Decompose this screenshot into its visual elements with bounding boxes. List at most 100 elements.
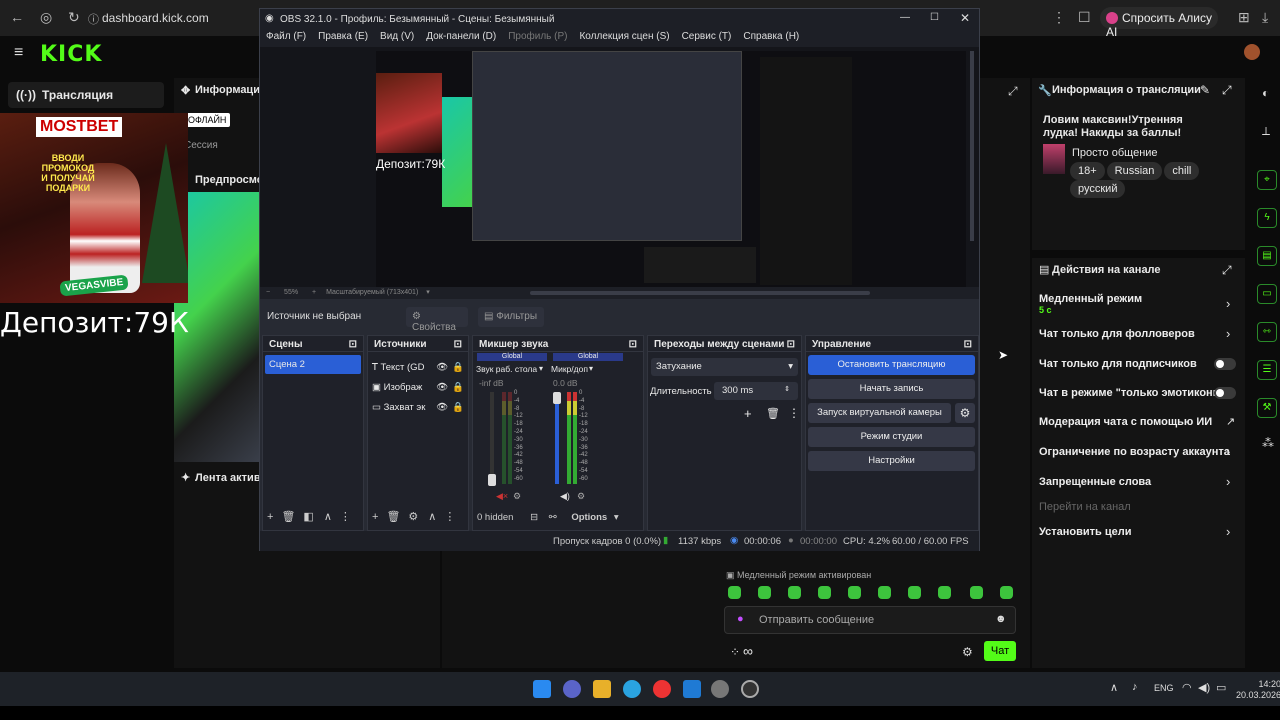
volume-slider-handle[interactable] xyxy=(488,474,496,486)
channel-name[interactable]: Микр/доп xyxy=(551,364,588,374)
camera-rail-icon[interactable]: ⌖ xyxy=(1257,170,1277,190)
emote[interactable] xyxy=(970,586,983,599)
volume-track[interactable] xyxy=(490,392,494,484)
chevron-right-icon[interactable]: › xyxy=(1226,474,1230,489)
add-icon[interactable]: + xyxy=(267,511,273,523)
move-up-icon[interactable]: ∧ xyxy=(324,511,332,523)
speaker-icon[interactable]: ◀) xyxy=(560,491,570,502)
chat-settings-icon[interactable]: ⁘ xyxy=(730,645,740,659)
delete-icon[interactable]: 🗑 xyxy=(281,511,295,523)
alice-button[interactable]: Спросить Алису AI xyxy=(1100,7,1218,39)
tray-chevron-icon[interactable]: ∧ xyxy=(1110,681,1118,694)
emote[interactable] xyxy=(908,586,921,599)
popout-icon[interactable]: ⤢ xyxy=(1222,83,1232,98)
gear-icon[interactable]: ⚙ xyxy=(955,403,975,423)
sidebar-item-stream[interactable]: ((·)) Трансляция xyxy=(8,82,164,108)
menu-edit[interactable]: Правка (E) xyxy=(318,31,368,42)
volume-icon[interactable]: ◀) xyxy=(1198,681,1210,694)
chevron-down-icon[interactable]: ▾ xyxy=(426,289,430,296)
age-restriction-label[interactable]: Ограничение по возрасту аккаунта xyxy=(1039,446,1230,458)
eye-icon[interactable]: 👁 xyxy=(436,398,448,418)
subs-only-toggle[interactable] xyxy=(1214,358,1236,370)
obs-taskbar-icon[interactable] xyxy=(741,680,759,698)
menu-tools[interactable]: Сервис (T) xyxy=(682,31,732,42)
chevron-right-icon[interactable]: › xyxy=(1226,296,1230,311)
language-indicator[interactable]: ENG xyxy=(1154,683,1174,693)
external-link-icon[interactable]: ↗ xyxy=(1226,415,1235,428)
preview-scrollbar[interactable] xyxy=(970,51,974,241)
filters-button[interactable]: ▤ Фильтры xyxy=(478,307,544,327)
emote[interactable] xyxy=(758,586,771,599)
settings-icon[interactable]: ⚙ xyxy=(513,491,521,502)
chevron-right-icon[interactable]: › xyxy=(1226,326,1230,341)
avatar[interactable] xyxy=(1244,44,1260,60)
more-icon[interactable]: ⋮ xyxy=(444,511,455,523)
gear-icon[interactable]: ⚙ xyxy=(962,645,973,659)
ai-moderation-label[interactable]: Модерация чата с помощью ИИ xyxy=(1039,416,1212,428)
duration-input[interactable]: 300 ms ⇕ xyxy=(714,382,798,400)
mic-tray-icon[interactable]: ♪ xyxy=(1132,681,1138,693)
spinner-icon[interactable]: ⇕ xyxy=(784,385,790,393)
followers-only-label[interactable]: Чат только для фолловеров xyxy=(1039,328,1195,340)
edit-icon[interactable]: ✎ xyxy=(1200,83,1210,97)
dock-menu-icon[interactable]: ⊡ xyxy=(964,339,972,350)
filter-icon[interactable]: ◧ xyxy=(303,511,313,523)
collections-icon[interactable]: ⊞ xyxy=(1238,9,1250,26)
reload-icon[interactable]: ↻ xyxy=(68,9,80,26)
bolt-rail-icon[interactable]: ϟ xyxy=(1257,208,1277,228)
source-item[interactable]: ꓔ Текст (GD 🔒 👁 xyxy=(372,358,464,378)
tool-rail-icon[interactable]: ⚒ xyxy=(1257,398,1277,418)
goto-channel-link[interactable]: Перейти на канал xyxy=(1039,501,1131,513)
source-item[interactable]: ▣ Изображ 🔒 👁 xyxy=(372,378,464,398)
downloads-icon[interactable]: ⤓ xyxy=(1262,9,1268,26)
battery-icon[interactable]: ▭ xyxy=(1216,681,1226,694)
back-icon[interactable]: ← xyxy=(10,9,24,25)
channel-name[interactable]: Звук раб. стола xyxy=(476,364,537,374)
delete-icon[interactable]: 🗑 xyxy=(766,407,780,420)
transition-select[interactable]: Затухание ▾ xyxy=(651,358,798,376)
close-icon[interactable]: ✕ xyxy=(960,11,970,25)
move-up-icon[interactable]: ∧ xyxy=(428,511,436,523)
nodes-icon[interactable]: ⁂ xyxy=(1262,436,1274,450)
obs-preview[interactable]: Депозит:79К xyxy=(260,47,979,287)
menu-docks[interactable]: Док-панели (D) xyxy=(426,31,496,42)
zoom-mode[interactable]: Масштабируемый (713х401) xyxy=(326,289,418,296)
chat-rail-icon[interactable]: ▭ xyxy=(1257,284,1277,304)
chevron-down-icon[interactable]: ▾ xyxy=(614,512,619,523)
hide-icon[interactable]: ⊟ xyxy=(530,512,538,523)
scene-item[interactable]: Сцена 2 xyxy=(265,355,361,374)
settings-button[interactable]: Настройки xyxy=(808,451,975,471)
doc-rail-icon[interactable]: ▤ xyxy=(1257,246,1277,266)
kick-logo[interactable]: KICK xyxy=(40,42,102,67)
dock-menu-icon[interactable]: ⊡ xyxy=(454,339,462,350)
set-goals-label[interactable]: Установить цели xyxy=(1039,526,1132,538)
menu-icon[interactable]: ≡ xyxy=(14,44,23,62)
dock-menu-icon[interactable]: ⊡ xyxy=(787,339,795,350)
chevron-down-icon[interactable]: ▾ xyxy=(589,364,593,373)
menu-view[interactable]: Вид (V) xyxy=(380,31,414,42)
eye-icon[interactable]: 👁 xyxy=(436,378,448,398)
start-icon[interactable] xyxy=(533,680,551,698)
dock-menu-icon[interactable]: ⊡ xyxy=(629,339,637,350)
more-icon[interactable]: ⋮ xyxy=(788,406,800,420)
emotes-only-toggle[interactable] xyxy=(1214,387,1236,399)
chevron-right-icon[interactable]: › xyxy=(1226,444,1230,459)
source-item[interactable]: ▭ Захват эк 🔒 👁 xyxy=(372,398,464,418)
menu-help[interactable]: Справка (H) xyxy=(743,31,799,42)
yandex-icon[interactable] xyxy=(653,680,671,698)
delete-icon[interactable]: 🗑 xyxy=(386,511,400,523)
pin-icon[interactable]: ⟂ xyxy=(1262,124,1270,139)
site-info-icon[interactable]: ⓘ xyxy=(88,11,99,27)
server-rail-icon[interactable]: ☰ xyxy=(1257,360,1277,380)
banned-words-label[interactable]: Запрещенные слова xyxy=(1039,476,1151,488)
emote[interactable] xyxy=(1000,586,1013,599)
muted-speaker-icon[interactable]: ◀× xyxy=(496,491,508,502)
options-dropdown[interactable]: Options xyxy=(571,512,607,523)
chevron-down-icon[interactable]: ▾ xyxy=(539,364,543,373)
chat-input[interactable]: ● Отправить сообщение ☻ xyxy=(724,606,1016,634)
maximize-icon[interactable]: ☐ xyxy=(930,12,939,23)
preview-hscroll[interactable] xyxy=(530,291,870,295)
add-icon[interactable]: + xyxy=(744,406,752,421)
properties-button[interactable]: ⚙ Свойства xyxy=(406,307,468,333)
zoom-out-icon[interactable]: − xyxy=(266,289,270,296)
